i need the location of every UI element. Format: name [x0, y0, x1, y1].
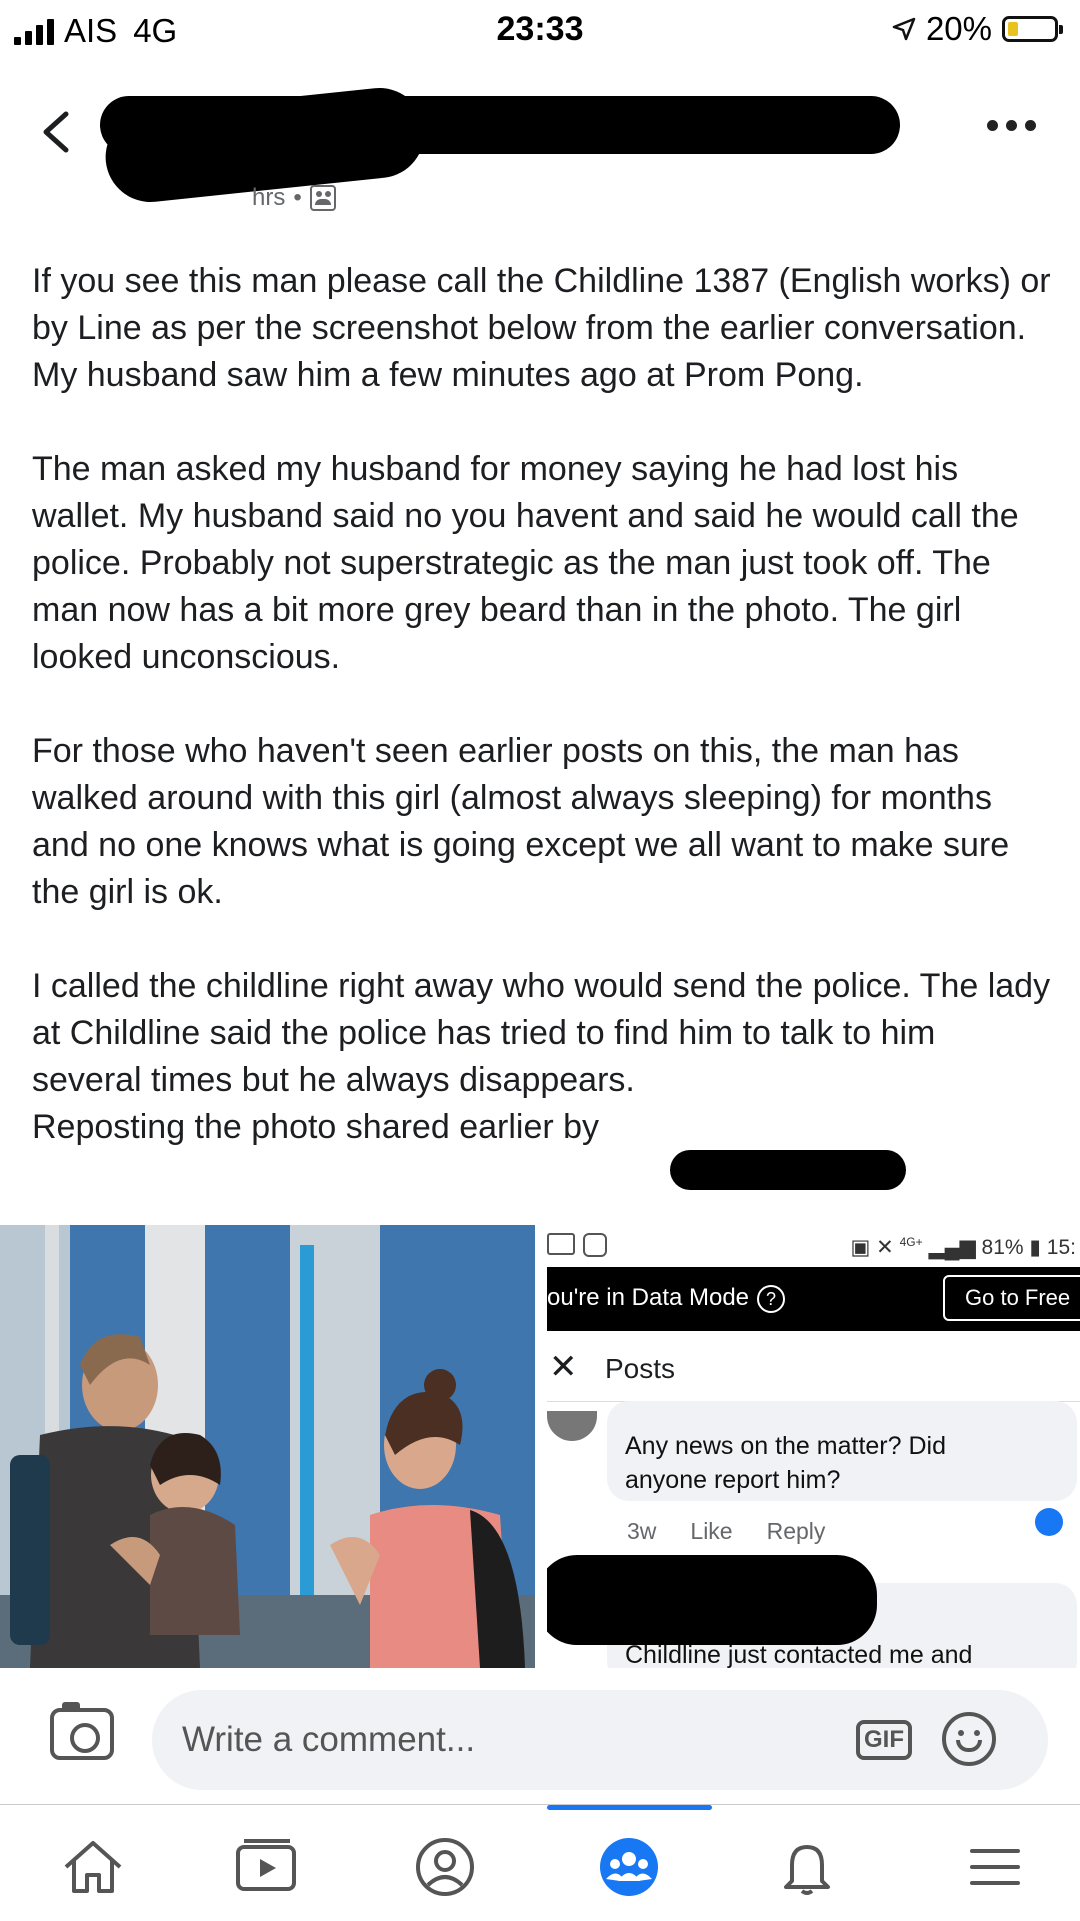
bell-icon	[784, 1845, 830, 1895]
comment-bubble: Any news on the matter? Did anyone repor…	[607, 1401, 1077, 1501]
photo-image	[0, 1225, 535, 1668]
status-right: 20%	[892, 10, 1063, 48]
posts-title: Posts	[605, 1353, 676, 1384]
menu-icon	[970, 1849, 1020, 1885]
sim-icon: ▣	[850, 1236, 871, 1259]
embedded-signal-icon: ▂▄▆	[928, 1236, 976, 1259]
like-reaction-icon	[1035, 1508, 1063, 1536]
chevron-left-icon	[43, 111, 69, 153]
battery-icon	[1002, 16, 1063, 42]
post-time: hrs	[252, 184, 286, 211]
commenter-avatar	[547, 1411, 597, 1441]
gif-button[interactable]: GIF	[856, 1720, 912, 1760]
comment-text: Childline just contacted me and	[625, 1641, 973, 1668]
post-body: If you see this man please call the Chil…	[32, 258, 1052, 1198]
tab-notifications[interactable]	[772, 1837, 842, 1897]
post-paragraph: For those who haven't seen earlier posts…	[32, 732, 1019, 911]
home-icon	[64, 1841, 122, 1893]
tab-menu[interactable]	[960, 1837, 1030, 1897]
status-bar: AIS 4G 23:33 20%	[0, 0, 1080, 60]
like-link[interactable]: Like	[690, 1518, 732, 1545]
active-tab-indicator	[547, 1805, 712, 1810]
embedded-status-bar: ▣ ✕ 4G+ ▂▄▆ 81% ▮ 15:	[547, 1225, 1080, 1267]
posts-header: ✕ Posts	[547, 1331, 1080, 1402]
profile-icon	[416, 1838, 474, 1896]
reply-link[interactable]: Reply	[767, 1518, 826, 1545]
post-meta: hrs •	[252, 184, 336, 212]
embedded-network: 4G+	[899, 1235, 923, 1249]
post-paragraph: The man asked my husband for money sayin…	[32, 450, 1029, 676]
audience-group-icon	[309, 185, 336, 211]
tab-profile[interactable]	[410, 1837, 480, 1897]
data-mode-text: ou're in Data Mode	[547, 1284, 750, 1311]
comment-input[interactable]: Write a comment... GIF	[152, 1690, 1048, 1790]
redacted-commenter	[547, 1555, 877, 1645]
go-to-free-button[interactable]: Go to Free	[943, 1275, 1080, 1321]
instagram-icon	[583, 1233, 607, 1257]
comment-actions: 3w Like Reply	[627, 1518, 825, 1545]
line-app-icon	[547, 1233, 575, 1255]
data-mode-banner: ou're in Data Mode? Go to Free	[547, 1267, 1080, 1331]
tab-groups[interactable]	[594, 1837, 664, 1897]
location-arrow-icon	[892, 17, 916, 41]
back-button[interactable]	[40, 110, 70, 153]
battery-percent: 20%	[925, 10, 992, 47]
video-icon	[236, 1839, 296, 1891]
post-photo[interactable]	[0, 1225, 535, 1668]
redacted-name	[670, 1150, 906, 1190]
embedded-battery: 81%	[981, 1236, 1024, 1259]
embedded-screenshot[interactable]: ▣ ✕ 4G+ ▂▄▆ 81% ▮ 15: ou're in Data Mode…	[547, 1225, 1080, 1668]
tab-watch[interactable]	[232, 1837, 302, 1897]
bottom-tab-bar	[0, 1804, 1080, 1921]
help-icon[interactable]: ?	[757, 1285, 786, 1313]
camera-icon[interactable]	[50, 1702, 114, 1760]
comment-placeholder: Write a comment...	[182, 1720, 476, 1759]
post-paragraph: If you see this man please call the Chil…	[32, 262, 1061, 394]
comment-text: Any news on the matter? Did anyone repor…	[625, 1432, 946, 1494]
comment-time: 3w	[627, 1518, 657, 1544]
mute-icon: ✕	[876, 1236, 894, 1259]
emoji-icon[interactable]	[942, 1712, 996, 1766]
embedded-battery-icon: ▮	[1029, 1236, 1041, 1259]
groups-icon	[600, 1838, 658, 1896]
more-options-button[interactable]	[987, 120, 1036, 131]
embedded-time: 15:	[1046, 1236, 1076, 1259]
post-paragraph: I called the childline right away who wo…	[32, 967, 1051, 1146]
close-icon[interactable]: ✕	[549, 1347, 578, 1387]
tab-home[interactable]	[58, 1837, 128, 1897]
comment-bar: Write a comment... GIF	[0, 1668, 1080, 1804]
